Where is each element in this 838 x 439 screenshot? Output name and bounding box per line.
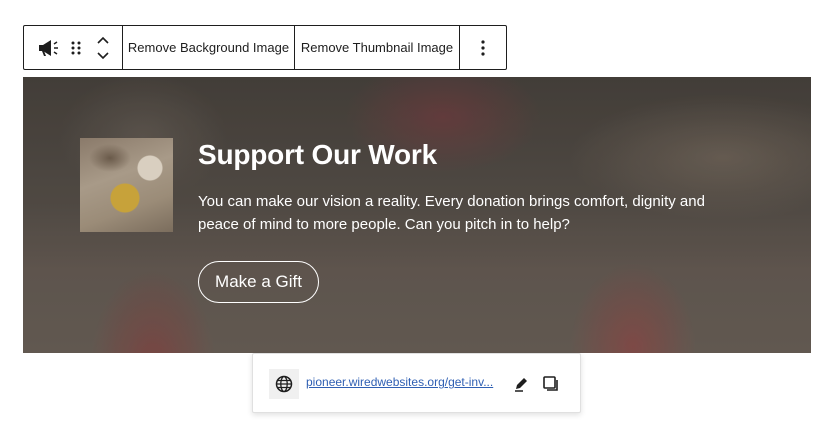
move-controls (88, 26, 118, 69)
move-up-icon[interactable] (96, 36, 110, 45)
make-a-gift-button[interactable]: Make a Gift (198, 261, 319, 303)
more-options-button[interactable] (460, 26, 506, 69)
remove-background-image-button[interactable]: Remove Background Image (123, 26, 294, 69)
block-toolbar: Remove Background Image Remove Thumbnail… (23, 25, 507, 70)
link-url[interactable]: pioneer.wiredwebsites.org/get-inv... (306, 375, 498, 389)
block-tools-group (24, 26, 123, 69)
link-popover: pioneer.wiredwebsites.org/get-inv... (252, 353, 581, 413)
globe-icon (269, 369, 299, 399)
more-options-icon (481, 39, 485, 56)
thumbnail-image[interactable] (80, 138, 173, 232)
megaphone-icon[interactable] (34, 26, 64, 69)
cover-title[interactable]: Support Our Work (198, 139, 437, 171)
remove-background-group: Remove Background Image (123, 26, 295, 69)
move-down-icon[interactable] (96, 51, 110, 60)
edit-link-button[interactable] (511, 374, 531, 394)
drag-handle-icon[interactable] (64, 26, 88, 69)
remove-thumbnail-group: Remove Thumbnail Image (295, 26, 460, 69)
cover-block[interactable]: Support Our Work You can make our vision… (23, 77, 811, 353)
edit-pencil-icon (515, 378, 527, 392)
copy-icon (543, 376, 558, 391)
copy-link-button[interactable] (541, 374, 561, 394)
more-options-group (460, 26, 506, 69)
cover-description[interactable]: You can make our vision a reality. Every… (198, 190, 728, 236)
remove-thumbnail-image-button[interactable]: Remove Thumbnail Image (295, 26, 459, 69)
